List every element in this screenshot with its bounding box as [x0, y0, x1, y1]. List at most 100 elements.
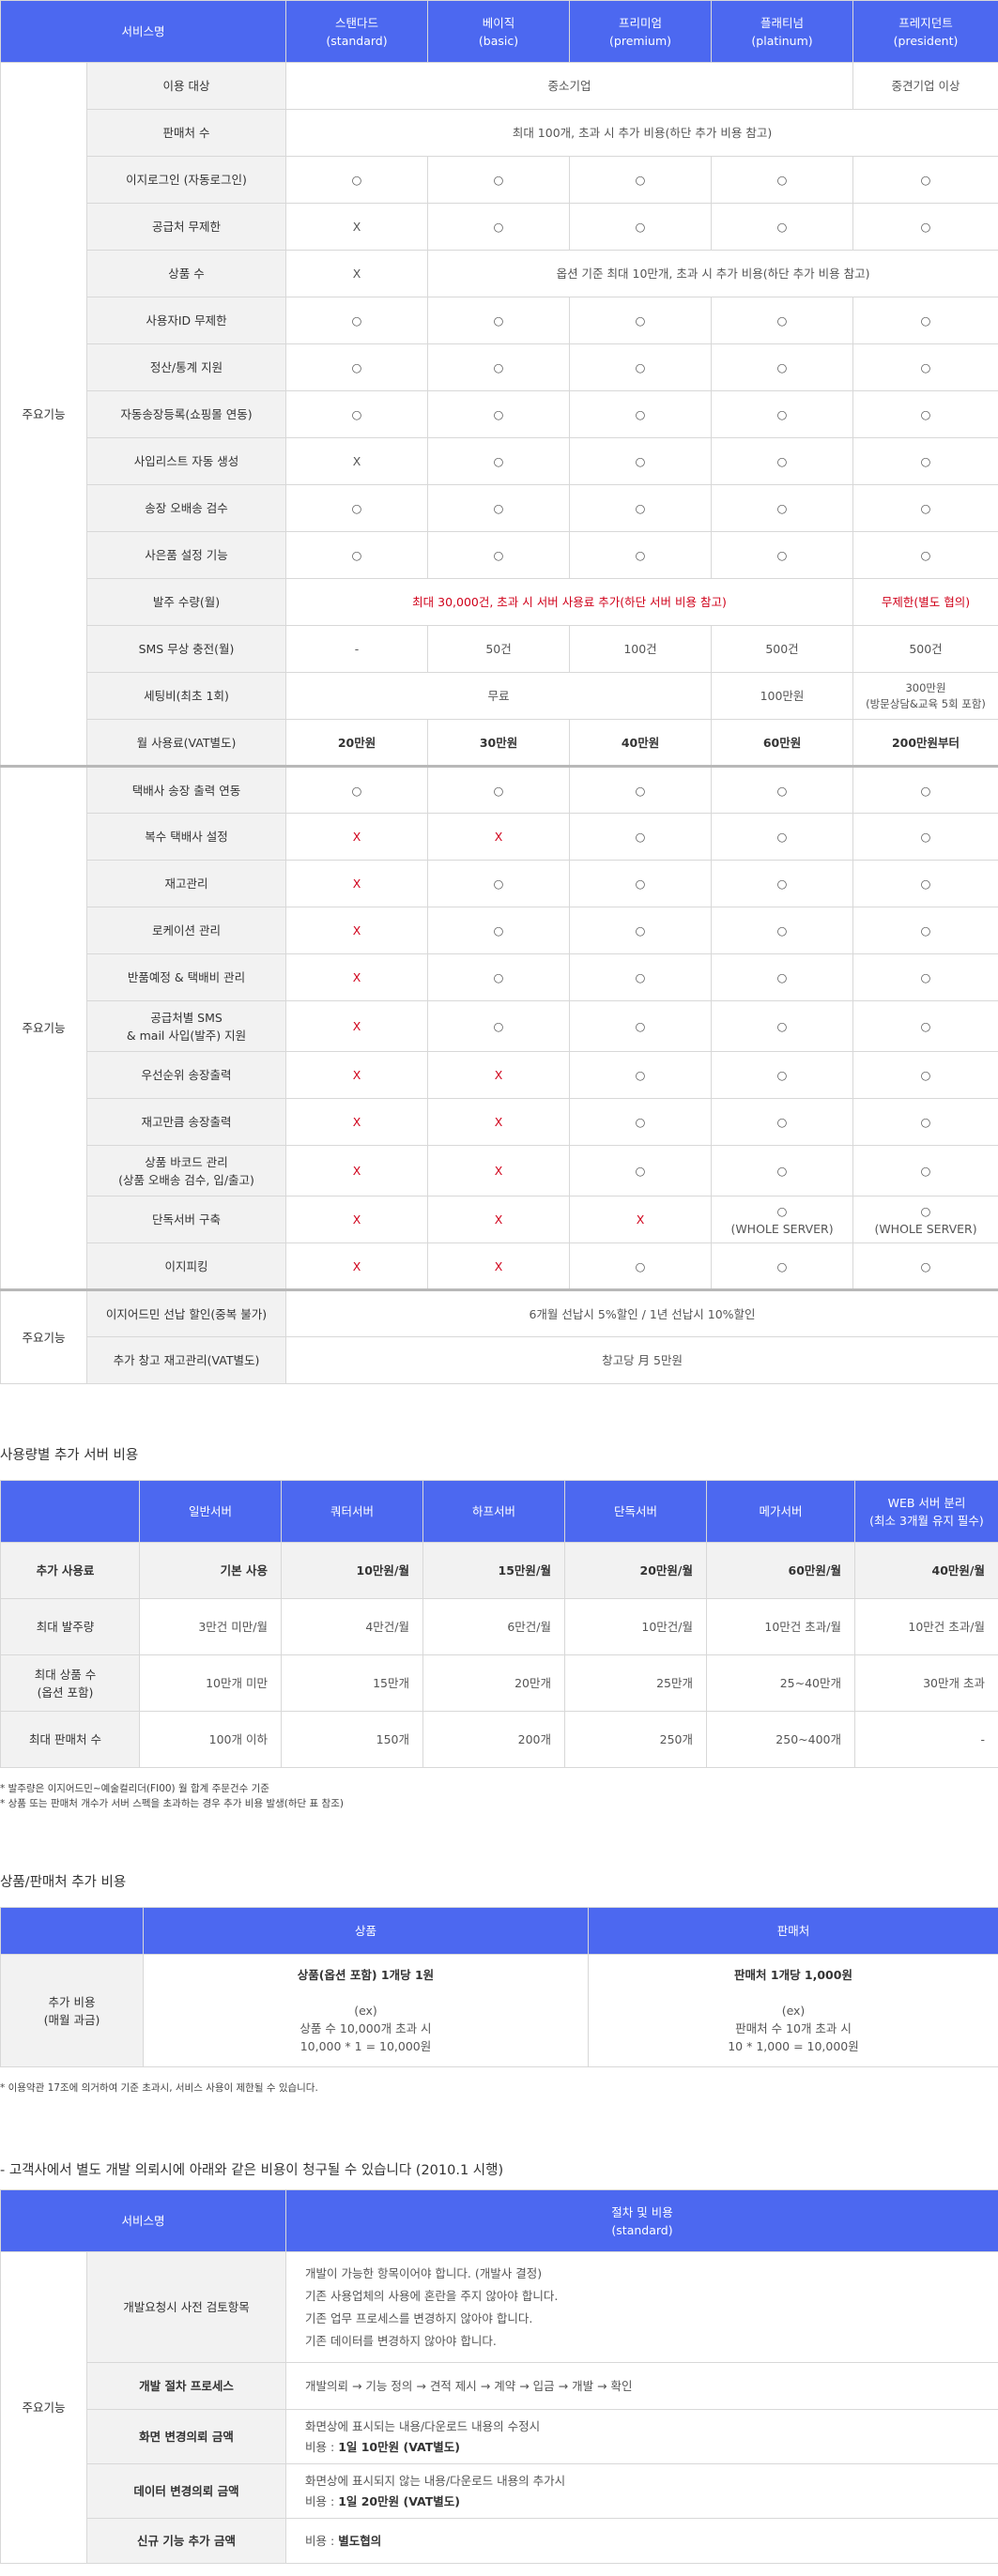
feature-value: 40만원	[569, 719, 713, 767]
feature-value: ○	[711, 1242, 854, 1290]
feature-value: X	[427, 1051, 571, 1099]
feature-label: 우선순위 송장출력	[85, 1051, 287, 1099]
feature-label: 상품 수	[85, 250, 287, 297]
feature-label: 단독서버 구축	[85, 1196, 287, 1243]
server-value: 150개	[281, 1711, 423, 1768]
server-value: 250개	[564, 1711, 707, 1768]
feature-value: 50건	[427, 625, 571, 673]
feature-value: 300만원 (방문상담&교육 5회 포함)	[852, 672, 998, 720]
dev-data-desc: 화면상에 표시되지 않는 내용/다운로드 내용의 추가시	[305, 2473, 566, 2488]
feature-value: 100만원	[711, 672, 854, 720]
feature-value: ○	[569, 343, 713, 391]
feature-value: ○	[569, 907, 713, 954]
feature-label: 이지로그인 (자동로그인)	[85, 156, 287, 204]
feature-value: 500건	[852, 625, 998, 673]
feature-value: ○	[711, 531, 854, 579]
feature-value: ○	[711, 390, 854, 438]
server-value: 250~400개	[706, 1711, 855, 1768]
server-header-cell: 쿼터서버	[281, 1480, 423, 1543]
feature-value: ○	[711, 1145, 854, 1197]
feature-label: 사입리스트 자동 생성	[85, 437, 287, 485]
server-header-cell: WEB 서버 분리 (최소 3개월 유지 필수)	[854, 1480, 998, 1543]
feature-value: ○	[852, 860, 998, 907]
extra-header-seller: 판매처	[588, 1907, 998, 1955]
dev-screen-cost-label: 비용 :	[305, 2439, 339, 2454]
feature-value: ○	[711, 203, 854, 251]
server-row-label: 최대 상품 수 (옵션 포함)	[0, 1654, 140, 1712]
seller-cost-desc: 판매처 수 10개 초과 시	[735, 2021, 852, 2035]
seller-cost-ex: (ex)	[781, 2004, 806, 2018]
feature-value: ○	[569, 1000, 713, 1052]
feature-value: ○	[711, 437, 854, 485]
feature-value: ○	[711, 765, 854, 814]
feature-value: ○	[569, 1051, 713, 1099]
feature-value: ○	[711, 484, 854, 532]
feature-value: X	[285, 1000, 429, 1052]
feature-value: ○	[427, 531, 571, 579]
extra-header-product: 상품	[143, 1907, 589, 1955]
server-value: 200개	[422, 1711, 565, 1768]
feature-row: 주요기능 이지어드민 선납 할인(중복 불가) 6개월 선납시 5%할인 / 1년 …	[0, 1288, 998, 1384]
server-value: 30만개 초과	[854, 1654, 998, 1712]
plan-basic-header: 베이직 (basic)	[427, 0, 571, 63]
dev-row-process: 개발 절차 프로세스 개발의뢰 → 기능 정의 → 견적 제시 → 계약 → 입…	[1, 2362, 998, 2410]
plan-standard-header: 스탠다드 (standard)	[285, 0, 429, 63]
dev-cost-heading: - 고객사에서 별도 개발 의뢰시에 아래와 같은 비용이 청구될 수 있습니다…	[0, 2163, 504, 2178]
feature-value: ○	[427, 343, 571, 391]
dev-row-screen: 화면 변경의뢰 금액 화면상에 표시되는 내용/다운로드 내용의 수정시 비용 …	[1, 2409, 998, 2464]
server-row: 최대 상품 수 (옵션 포함) 10만개 미만 15만개 20만개 25만개 25~40만…	[0, 1654, 998, 1712]
feature-value: ○	[711, 813, 854, 861]
feature-value: ○	[569, 484, 713, 532]
dev-screen-desc: 화면상에 표시되는 내용/다운로드 내용의 수정시	[305, 2418, 541, 2433]
dev-row-new: 신규 기능 추가 금액 비용 : 별도협의	[1, 2518, 998, 2564]
feature-value: ○	[569, 531, 713, 579]
extra-header-blank	[0, 1907, 144, 1955]
dev-screen-label: 화면 변경의뢰 금액	[85, 2409, 287, 2464]
server-value: 100개 이하	[139, 1711, 282, 1768]
feature-value: 30만원	[427, 719, 571, 767]
feature-value: X	[285, 1051, 429, 1099]
plan-feature-table: 서비스명 스탠다드 (standard) 베이직 (basic) 프리미엄 (p…	[0, 0, 998, 1384]
feature-row: 정산/통계 지원 ○ ○ ○ ○ ○	[1, 343, 998, 391]
feature-value: X	[285, 1098, 429, 1146]
feature-value: ○	[569, 297, 713, 344]
dev-review-line-1: 개발이 가능한 항목이어야 합니다. (개발사 결정)	[305, 2265, 543, 2280]
server-value: -	[854, 1711, 998, 1768]
setup-fee-note: (방문상담&교육 5회 포함)	[866, 696, 986, 710]
feature-label: 재고만큼 송장출력	[85, 1098, 287, 1146]
feature-row: SMS 무상 충전(월) -50건 100건 500건 500건	[1, 625, 998, 673]
feature-row: 상품 수 X 옵션 기준 최대 10만개, 초과 시 추가 비용(하단 추가 비용 …	[1, 250, 998, 297]
feature-value: X	[569, 1196, 713, 1243]
feature-value: ○	[569, 765, 713, 814]
feature-row: 송장 오배송 검수 ○ ○ ○ ○ ○	[1, 484, 998, 532]
feature-label: 이지피킹	[85, 1242, 287, 1290]
feature-label: 사용자ID 무제한	[85, 297, 287, 344]
feature-value: X	[285, 907, 429, 954]
feature-row: 판매처 수 최대 100개, 초과 시 추가 비용(하단 추가 비용 참고)	[1, 109, 998, 157]
server-value: 10만건 초과/월	[854, 1598, 998, 1655]
feature-row: 단독서버 구축 X X X ○ (WHOLE SERVER) ○ (WHOLE SERVE…	[1, 1196, 998, 1243]
feature-row: 공급처 무제한 X ○ ○ ○ ○	[1, 203, 998, 251]
feature-value: ○	[852, 1242, 998, 1290]
product-cost-desc: 상품 수 10,000개 초과 시	[299, 2021, 432, 2035]
feature-value: ○	[427, 1000, 571, 1052]
feature-value: 100건	[569, 625, 713, 673]
server-value: 4만건/월	[281, 1598, 423, 1655]
feature-value: 20만원	[285, 719, 429, 767]
feature-value: ○	[569, 813, 713, 861]
product-cost-title: 상품(옵션 포함) 1개당 1원	[297, 1968, 435, 1982]
feature-value: ○	[285, 531, 429, 579]
extra-cost-row: 추가 비용 (매월 과금) 상품(옵션 포함) 1개당 1원 (ex) 상품 수…	[0, 1954, 998, 2067]
feature-value: ○	[852, 297, 998, 344]
feature-value: X	[285, 1242, 429, 1290]
feature-row: 주요기능 이용 대상 중소기업 중견기업 이상	[0, 62, 998, 767]
feature-value: ○	[569, 1145, 713, 1197]
seller-cost-cell: 판매처 1개당 1,000원 (ex) 판매처 수 10개 초과 시 10 * …	[588, 1954, 998, 2067]
seller-cost-formula: 10 * 1,000 = 10,000원	[728, 2039, 859, 2053]
feature-value: ○	[285, 484, 429, 532]
extra-cost-table: 상품 판매처 추가 비용 (매월 과금) 상품(옵션 포함) 1개당 1원 (e…	[0, 1907, 998, 2067]
dev-review-line-4: 기존 데이터를 변경하지 않아야 합니다.	[305, 2333, 497, 2348]
feature-value: ○	[711, 1098, 854, 1146]
dev-screen-cell: 화면상에 표시되는 내용/다운로드 내용의 수정시 비용 : 1일 10만원 (…	[285, 2409, 998, 2464]
feature-value: 500건	[711, 625, 854, 673]
